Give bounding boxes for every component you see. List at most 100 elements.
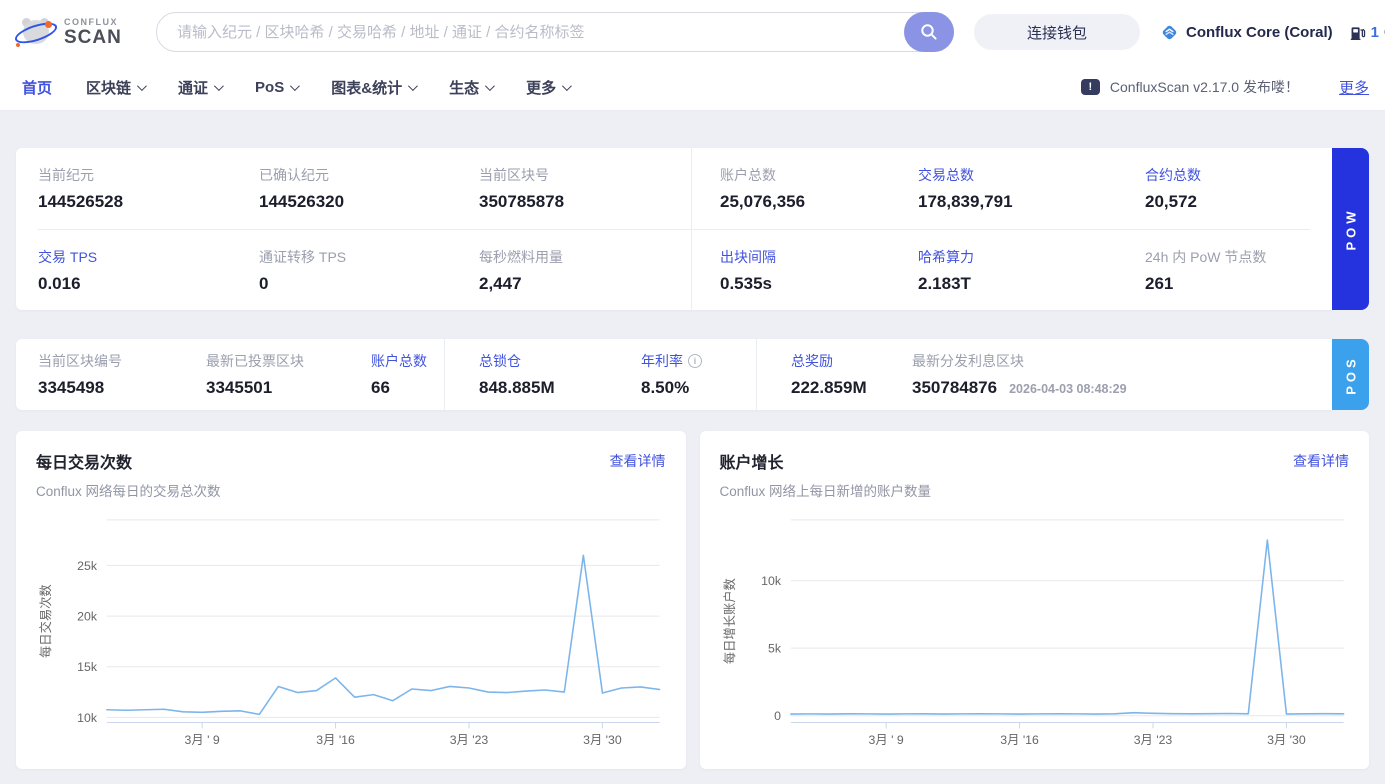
- stat-label: 当前区块编号: [38, 353, 122, 369]
- chevron-down-icon: [214, 80, 224, 91]
- stat-current-block-number: 当前区块编号 3345498: [38, 339, 206, 410]
- search-input[interactable]: [156, 12, 954, 52]
- stat-value: 144526528: [38, 192, 124, 211]
- chevron-down-icon: [562, 80, 572, 91]
- stat-value: 178,839,791: [918, 192, 1013, 211]
- stat-label[interactable]: 总奖励: [791, 351, 912, 371]
- stat-value: 2,447: [479, 273, 522, 293]
- nav-item-more[interactable]: 更多: [526, 77, 572, 98]
- search-bar: [156, 12, 954, 52]
- svg-text:20k: 20k: [77, 610, 98, 624]
- stat-current-block-number: 当前区块号 350785878: [479, 148, 691, 229]
- stat-total-contracts: 合约总数 20,572: [1145, 148, 1310, 229]
- svg-text:3月 '16: 3月 '16: [1000, 733, 1039, 747]
- nav-item-home[interactable]: 首页: [22, 77, 52, 98]
- svg-text:10k: 10k: [761, 574, 782, 588]
- view-details-link-transactions[interactable]: 查看详情: [610, 451, 666, 471]
- stat-value: 350784876 2026-04-03 08:48:29: [912, 378, 1127, 397]
- main-content: 当前纪元 144526528 已确认纪元 144526320 当前区块号 35078587…: [0, 148, 1385, 769]
- stat-label[interactable]: 交易总数: [918, 165, 1145, 185]
- stat-value: 350785878: [479, 192, 565, 211]
- nav-item-label: 首页: [22, 79, 53, 97]
- announcement-text: ConfluxScan v2.17.0 发布喽！: [1109, 79, 1299, 95]
- stat-label: 账户总数: [720, 167, 776, 183]
- info-icon[interactable]: i: [688, 354, 702, 368]
- pow-stats-row: 当前纪元 144526528 已确认纪元 144526320 当前区块号 35078587…: [38, 148, 1310, 229]
- gas-price-indicator[interactable]: 1 Gdrip: [1349, 24, 1385, 41]
- nav-item-label: 区块链: [86, 79, 132, 97]
- stat-label[interactable]: 总锁仓: [479, 351, 641, 371]
- daily-transactions-chart: 10k 15k 20k 25k 3月 ' 9 3月 '16 3月 '23 3月 '30 每日交易…: [36, 510, 666, 758]
- stat-value: 0.535s: [720, 273, 772, 293]
- stat-value: 2.183T: [918, 273, 971, 293]
- nav-item-label: 通证: [178, 79, 209, 97]
- brand-scan: SCAN: [64, 26, 122, 48]
- pos-tab[interactable]: POS: [1332, 339, 1369, 410]
- main-nav: 首页 区块链 通证 PoS 图表&统计 生态 更多: [22, 77, 572, 98]
- stat-label[interactable]: 哈希算力: [918, 247, 1145, 267]
- stat-transaction-tps: 交易 TPS 0.016: [38, 230, 259, 310]
- stat-total-accounts: 账户总数 25,076,356: [691, 148, 918, 229]
- stat-label: 当前纪元: [38, 167, 94, 183]
- stat-latest-voted-block: 最新已投票区块 3345501: [206, 339, 371, 410]
- svg-text:3月 '16: 3月 '16: [316, 733, 355, 747]
- nav-item-token[interactable]: 通证: [178, 77, 224, 98]
- charts-row: 每日交易次数 查看详情 Conflux 网络每日的交易总次数 10k 15k 20k…: [16, 431, 1369, 769]
- confluxscan-logo[interactable]: CONFLUX SCAN: [12, 15, 140, 49]
- brand-conflux: CONFLUX: [64, 16, 118, 27]
- stat-total-rewards: 总奖励 222.859M: [756, 339, 912, 410]
- network-name: Conflux Core (Coral): [1186, 23, 1333, 41]
- conflux-network-icon: [1162, 25, 1177, 39]
- svg-text:3月 '30: 3月 '30: [1267, 733, 1306, 747]
- svg-text:每日交易次数: 每日交易次数: [38, 584, 53, 658]
- stat-current-epoch: 当前纪元 144526528: [38, 148, 259, 229]
- panda-orbit-logo-icon: [12, 15, 60, 49]
- stat-label[interactable]: 年利率 i: [641, 351, 756, 371]
- svg-text:3月 '23: 3月 '23: [1133, 733, 1172, 747]
- chart-title-account-growth: 账户增长: [719, 455, 784, 472]
- svg-text:3月 ' 9: 3月 ' 9: [868, 733, 903, 747]
- stat-value: 66: [371, 378, 390, 397]
- svg-text:3月 '30: 3月 '30: [583, 733, 622, 747]
- pos-stats-section: 当前区块编号 3345498 最新已投票区块 3345501 账户总数 66 总锁仓 848.…: [16, 339, 1369, 410]
- nav-item-blockchain[interactable]: 区块链: [86, 77, 147, 98]
- stat-timestamp: 2026-04-03 08:48:29: [1009, 382, 1127, 396]
- connect-wallet-button[interactable]: 连接钱包: [974, 14, 1140, 50]
- stat-hash-rate: 哈希算力 2.183T: [918, 230, 1145, 310]
- nav-item-pos[interactable]: PoS: [255, 79, 301, 96]
- pow-tab[interactable]: POW: [1332, 148, 1369, 310]
- chevron-down-icon: [408, 80, 418, 91]
- stat-label: 每秒燃料用量: [479, 248, 563, 265]
- nav-bar: 首页 区块链 通证 PoS 图表&统计 生态 更多 ! ConfluxScan v2.17.…: [0, 64, 1385, 110]
- chevron-down-icon: [485, 80, 495, 91]
- top-header: CONFLUX SCAN 连接钱包 Conflux Core (Coral): [0, 0, 1385, 111]
- account-growth-chart: 0 5k 10k 3月 ' 9 3月 '16 3月 '23 3月 '30 每日增长账户数: [720, 510, 1350, 758]
- stat-label: 通证转移 TPS: [259, 248, 347, 265]
- stat-value: 222.859M: [791, 378, 867, 397]
- gas-value: 1: [1370, 23, 1380, 41]
- svg-text:25k: 25k: [77, 559, 98, 573]
- network-selector[interactable]: Conflux Core (Coral): [1160, 23, 1333, 42]
- nav-item-ecosystem[interactable]: 生态: [449, 77, 495, 98]
- nav-item-label: 更多: [526, 79, 557, 97]
- search-icon: [921, 24, 937, 40]
- stat-latest-interest-distribution-block: 最新分发利息区块 350784876 2026-04-03 08:48:29: [912, 339, 1310, 410]
- stat-block-interval: 出块间隔 0.535s: [691, 230, 918, 310]
- nav-item-charts-statistics[interactable]: 图表&统计: [331, 77, 418, 98]
- pos-tab-label: POS: [1343, 354, 1358, 395]
- stat-label[interactable]: 账户总数: [371, 351, 444, 371]
- stat-total-accounts: 账户总数 66: [371, 339, 444, 410]
- pow-stats-panel: 当前纪元 144526528 已确认纪元 144526320 当前区块号 35078587…: [16, 148, 1332, 310]
- stat-label[interactable]: 出块间隔: [720, 247, 918, 267]
- stat-total-locked: 总锁仓 848.885M: [444, 339, 641, 410]
- search-button[interactable]: [904, 12, 954, 52]
- stat-value: 144526320: [259, 192, 345, 211]
- announcement-icon: !: [1080, 79, 1100, 95]
- pow-stats-row: 交易 TPS 0.016 通证转移 TPS 0 每秒燃料用量 2,447 出块间隔 0.535…: [38, 229, 1310, 310]
- stat-label[interactable]: 交易 TPS: [38, 247, 259, 267]
- pow-tab-label: POW: [1343, 207, 1358, 251]
- svg-text:每日增长账户数: 每日增长账户数: [721, 578, 736, 664]
- view-details-link-accounts[interactable]: 查看详情: [1293, 451, 1349, 471]
- stat-label[interactable]: 合约总数: [1145, 165, 1310, 185]
- announcement-more-link[interactable]: 更多: [1339, 77, 1369, 98]
